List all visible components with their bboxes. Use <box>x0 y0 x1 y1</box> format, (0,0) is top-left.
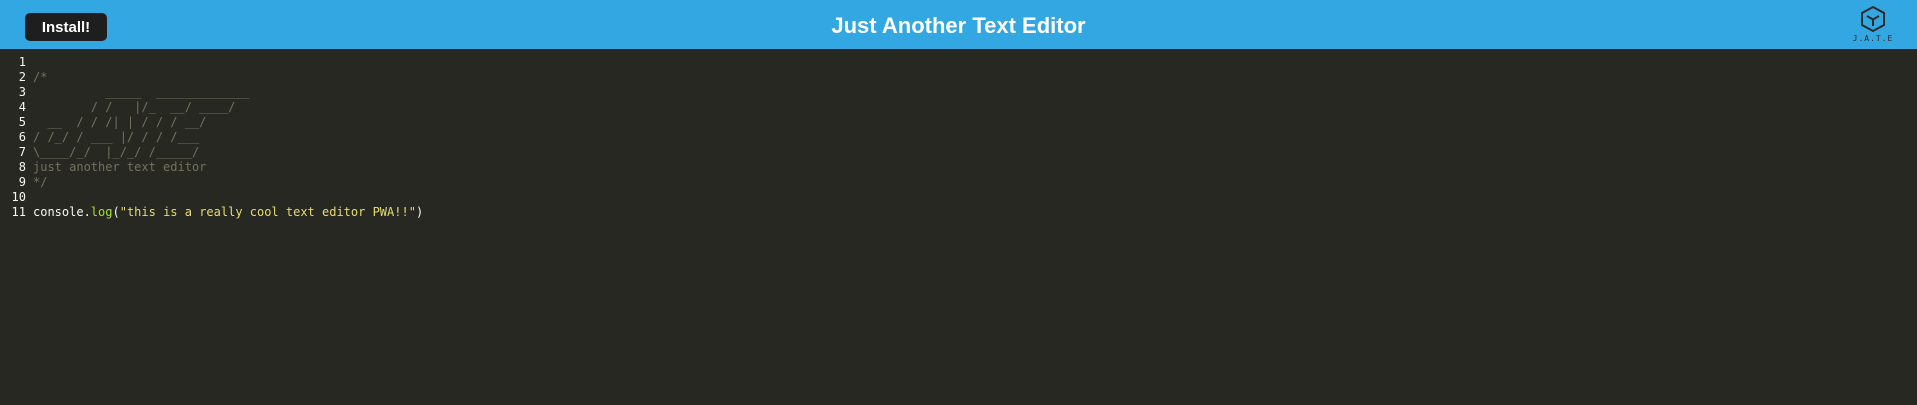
code-line: 1 <box>0 55 1917 70</box>
code-editor[interactable]: 1 2 /* 3 _____ _____________ 4 / / |/_ _… <box>0 51 1917 405</box>
code-line: 11 console.log("this is a really cool te… <box>0 205 1917 220</box>
line-text: _____ _____________ <box>33 85 250 99</box>
line-number: 1 <box>18 55 26 69</box>
code-paren-close: ) <box>415 205 424 219</box>
line-number: 4 <box>18 100 26 114</box>
navbar: Install! Just Another Text Editor J.A.T.… <box>0 0 1917 50</box>
code-line: 10 <box>0 190 1917 205</box>
code-line: 6 / /_/ / ___ |/ / / /___ <box>0 130 1917 145</box>
line-text: just another text editor <box>33 160 207 174</box>
line-text: / /_/ / ___ |/ / / /___ <box>33 130 200 144</box>
code-line: 2 /* <box>0 70 1917 85</box>
line-number: 9 <box>18 175 26 189</box>
line-number: 11 <box>11 205 26 219</box>
code-line: 4 / / |/_ __/ ____/ <box>0 100 1917 115</box>
line-number: 3 <box>18 85 26 99</box>
line-number: 5 <box>18 115 26 129</box>
line-text: /* <box>33 70 48 84</box>
page-title: Just Another Text Editor <box>831 13 1086 38</box>
code-line: 9 */ <box>0 175 1917 190</box>
logo: J.A.T.E <box>1849 5 1897 49</box>
line-number: 2 <box>18 70 26 84</box>
code-line: 3 _____ _____________ <box>0 85 1917 100</box>
line-number: 10 <box>11 190 26 204</box>
code-string: "this is a really cool text editor PWA!!… <box>119 205 416 219</box>
code-line: 8 just another text editor <box>0 160 1917 175</box>
logo-text: J.A.T.E <box>1852 34 1894 43</box>
line-number: 6 <box>18 130 26 144</box>
code-paren-open: ( <box>112 205 120 219</box>
code-function: log <box>90 205 113 219</box>
code-object: console. <box>33 205 91 219</box>
cube-icon <box>1849 5 1897 33</box>
line-text: console.log("this is a really cool text … <box>33 205 423 220</box>
install-button[interactable]: Install! <box>25 13 107 41</box>
line-text: \____/_/ |_/_/ /_____/ <box>33 145 200 159</box>
code-line: 7 \____/_/ |_/_/ /_____/ <box>0 145 1917 160</box>
line-number: 7 <box>18 145 26 159</box>
line-text: / / |/_ __/ ____/ <box>33 100 236 114</box>
line-text: */ <box>33 175 48 189</box>
code-line: 5 __ / / /| | / / / __/ <box>0 115 1917 130</box>
line-text: __ / / /| | / / / __/ <box>33 115 207 129</box>
line-number: 8 <box>18 160 26 174</box>
